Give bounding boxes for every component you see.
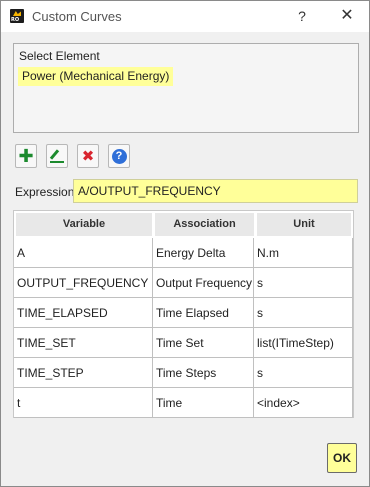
select-element-label: Select Element [19,49,100,63]
delete-x-icon: ✖ [81,147,95,165]
cell-unit: <index> [254,388,353,418]
help-button[interactable]: ? [289,5,315,27]
table-row[interactable]: TIME_SET Time Set list(ITimeStep) [14,328,353,358]
expression-input[interactable]: A/OUTPUT_FREQUENCY [73,179,358,203]
info-help-button[interactable]: ? [108,144,130,168]
cell-unit: s [254,358,353,388]
add-variable-button[interactable]: ✚ [15,144,37,168]
cell-unit: s [254,298,353,328]
cell-association: Time [153,388,254,418]
delete-variable-button[interactable]: ✖ [77,144,99,168]
close-button[interactable]: ✕ [334,5,360,27]
table-row[interactable]: A Energy Delta N.m [14,238,353,268]
cell-association: Output Frequency [153,268,254,298]
cell-variable: t [14,388,153,418]
expression-label: Expression [15,185,75,199]
cell-variable: A [14,238,153,268]
table-row[interactable]: TIME_STEP Time Steps s [14,358,353,388]
cell-variable: TIME_STEP [14,358,153,388]
window-title: Custom Curves [32,9,122,24]
cell-variable: OUTPUT_FREQUENCY [14,268,153,298]
custom-curves-dialog: RO Custom Curves ? ✕ Select Element Powe… [0,0,370,487]
cell-association: Time Elapsed [153,298,254,328]
pencil-icon [49,148,65,164]
question-icon: ? [111,148,127,164]
column-header-variable[interactable]: Variable [16,213,152,236]
title-bar: RO Custom Curves ? ✕ [1,1,369,32]
ok-button[interactable]: OK [327,443,357,473]
cell-unit: s [254,268,353,298]
table-row[interactable]: OUTPUT_FREQUENCY Output Frequency s [14,268,353,298]
cell-variable: TIME_SET [14,328,153,358]
variables-table: Variable Association Unit A Energy Delta… [13,210,354,418]
plus-icon: ✚ [18,146,34,166]
cell-association: Time Set [153,328,254,358]
cell-unit: N.m [254,238,353,268]
app-logo-icon: RO [10,9,24,23]
table-row[interactable]: t Time <index> [14,388,353,418]
list-item-selected[interactable]: Power (Mechanical Energy) [18,67,174,86]
table-row[interactable]: TIME_ELAPSED Time Elapsed s [14,298,353,328]
edit-variable-button[interactable] [46,144,68,168]
cell-unit: list(ITimeStep) [254,328,353,358]
select-element-list[interactable]: Select Element Power (Mechanical Energy) [13,43,359,133]
column-header-association[interactable]: Association [155,213,254,236]
cell-association: Energy Delta [153,238,254,268]
column-header-unit[interactable]: Unit [257,213,351,236]
cell-variable: TIME_ELAPSED [14,298,153,328]
cell-association: Time Steps [153,358,254,388]
